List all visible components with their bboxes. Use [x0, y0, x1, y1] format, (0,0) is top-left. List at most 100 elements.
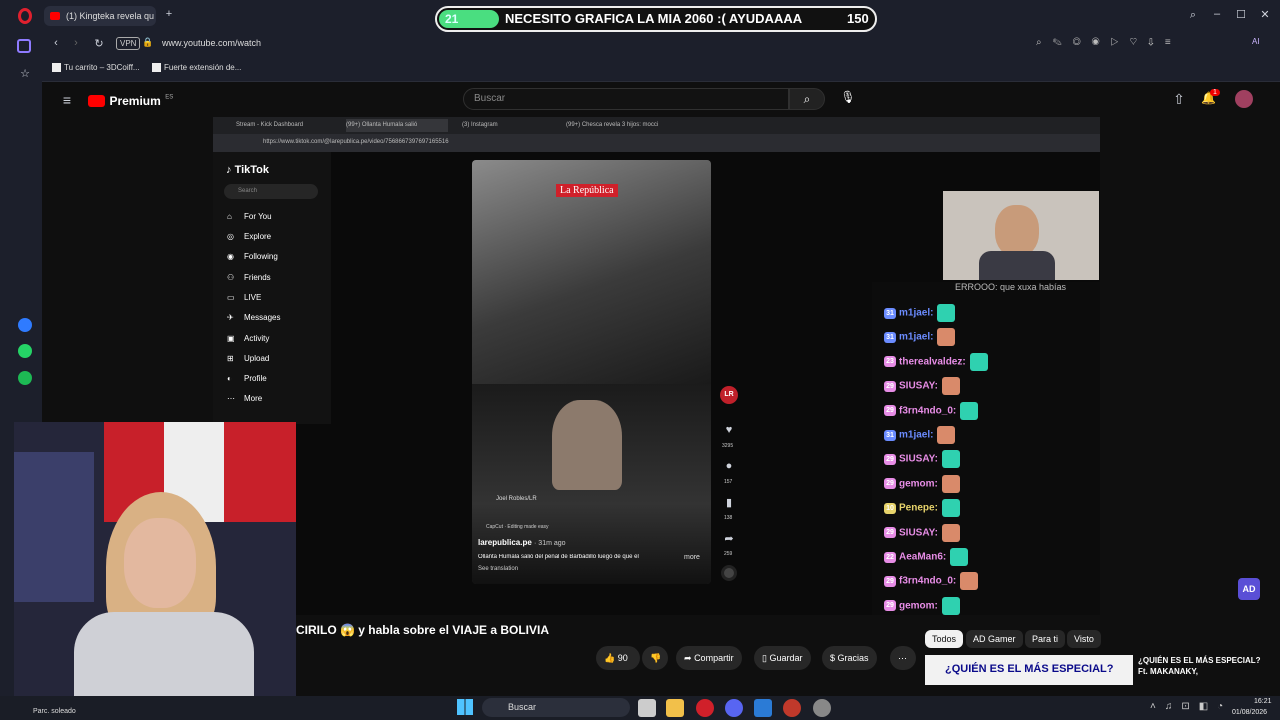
emote-icon [941, 450, 960, 469]
profile-icon: ◐ [227, 374, 232, 383]
chip-all[interactable]: Todos [925, 630, 964, 648]
minimize-icon[interactable]: – [1210, 8, 1224, 20]
upload-icon: ⊞ [227, 354, 234, 363]
chat-message: 31 m1jael: [884, 426, 956, 444]
share-button[interactable]: ➦ Compartir [676, 646, 742, 670]
tiktok-menu-item: ⚇ Friends [227, 273, 271, 282]
emote-icon [969, 352, 988, 371]
save-button[interactable]: ▯ Guardar [754, 646, 811, 670]
youtube-favicon-icon [50, 12, 60, 20]
tiktok-search-placeholder: Search [238, 188, 258, 194]
chat-message: 31 m1jael: [884, 328, 956, 347]
sub-badge: 29 [884, 600, 896, 612]
goal-banner: 21 NECESITO GRAFICA LA MIA 2060 :( AYUDA… [435, 6, 877, 32]
spotify-icon[interactable] [18, 371, 32, 385]
taskbar-search-label: Buscar [508, 702, 537, 712]
save-count: 138 [724, 515, 733, 521]
streamer-body [979, 251, 1055, 280]
messages-icon: ✈ [227, 313, 234, 322]
video-author: larepublica.pe · 31m ago [478, 538, 566, 547]
dislike-button[interactable]: 👎 [642, 646, 668, 670]
url-text[interactable]: www.youtube.com/watch [162, 38, 261, 48]
upload-icon[interactable]: ⇧ [1172, 91, 1186, 108]
search-input[interactable]: Buscar [463, 88, 789, 110]
chip-watched[interactable]: Visto [1067, 630, 1101, 648]
tiktok-menu-item: ⌂ For You [227, 212, 272, 221]
chat-message: 29 f3rn4ndo_0: [884, 572, 979, 591]
lr-avatar: LR [720, 386, 738, 404]
maximize-icon[interactable]: ☐ [1234, 8, 1248, 21]
windows-start-icon[interactable] [457, 699, 473, 715]
bookmark-item[interactable]: Fuerte extensión de... [152, 63, 242, 73]
streamer-shirt [74, 612, 254, 708]
search-icon[interactable]: ⌕ [1186, 9, 1200, 22]
back-icon[interactable]: ‹ [50, 37, 62, 49]
chat-message: 29 gemom: [884, 596, 960, 615]
bookmark-favicon-icon [152, 63, 161, 73]
chat-message: 29 SIUSAY: [884, 523, 960, 542]
tiktok-menu-item: ⊞ Upload [227, 354, 269, 363]
opera-logo-icon[interactable] [18, 8, 32, 24]
browser-tab[interactable]: (1) Kingteka revela qu [44, 6, 156, 26]
chat-username: SIUSAY: [899, 454, 938, 466]
forward-icon[interactable]: › [70, 37, 82, 49]
new-tab-icon[interactable]: + [162, 8, 176, 20]
vpn-badge[interactable]: VPN [116, 37, 141, 50]
chat-message: 29 f3rn4ndo_0: [884, 401, 979, 420]
chat-message: 22 AeaMan6: [884, 548, 969, 566]
chat-message: 31 m1jael: [884, 304, 956, 322]
recommended-thumbnail[interactable]: ¿QUIÉN ES EL MÁS ESPECIAL? [925, 655, 1133, 685]
opera-taskbar-icon[interactable] [696, 699, 714, 717]
avatar[interactable] [1235, 90, 1253, 108]
tiktok-menu-item: ◎ Explore [227, 232, 271, 241]
chat-watermark: AD [1238, 578, 1260, 600]
home-icon[interactable] [17, 39, 31, 53]
star-icon[interactable]: ☆ [18, 67, 32, 80]
reload-icon[interactable]: ↻ [93, 37, 105, 50]
tiktok-search: Search [224, 184, 318, 199]
author-name: larepublica.pe [478, 538, 532, 547]
ai-badge[interactable]: AI [1252, 37, 1260, 46]
chat-message: 23 therealvaldez: [884, 352, 988, 371]
chip-adgamer[interactable]: AD Gamer [966, 630, 1023, 648]
search-button[interactable]: ⌕ [789, 88, 825, 110]
sub-badge: 29 [884, 405, 896, 417]
more-actions-button[interactable]: ⋯ [890, 646, 916, 670]
toolbar-icons: ⌕✎◎◉▷♡⇩≡ [1036, 37, 1182, 48]
thumbs-up-icon: 👍 [604, 653, 616, 663]
mic-icon[interactable]: 🎙 [840, 90, 856, 108]
bookmark-favicon-icon [52, 63, 61, 73]
thanks-button[interactable]: $ Gracias [822, 646, 877, 670]
chat-message: 29 SIUSAY: [884, 450, 960, 469]
tiktok-menu-item: ✈ Messages [227, 313, 280, 322]
inner-tab: (99+) Ollanta Humala salió [346, 119, 448, 132]
youtube-logo[interactable]: Premium ES [88, 92, 173, 110]
webcam-overlay [943, 191, 1099, 280]
file-explorer-icon[interactable] [666, 699, 684, 717]
discord-icon[interactable] [725, 699, 743, 717]
settings-icon[interactable] [813, 699, 831, 717]
recommended-title[interactable]: ¿QUIÉN ES EL MÁS ESPECIAL? Ft. MAKANAKY, [1138, 655, 1268, 685]
notification-count: 1 [1210, 89, 1220, 96]
bookmark-item[interactable]: Tu carrito – 3DCoiff... [52, 63, 140, 73]
like-button[interactable]: 👍 90 [596, 646, 640, 670]
close-icon[interactable]: ✕ [1258, 8, 1272, 21]
clock-time: 16:21 [1254, 698, 1272, 705]
thanks-icon: $ [830, 653, 836, 663]
taskview-icon[interactable] [638, 699, 656, 717]
messenger-icon[interactable] [18, 318, 32, 332]
chat-username: m1jael: [899, 332, 934, 344]
taskbar-search[interactable]: Buscar [482, 698, 630, 717]
goal-target: 150 [847, 11, 869, 26]
chip-for-you[interactable]: Para ti [1025, 630, 1066, 648]
chrome-icon[interactable] [783, 699, 801, 717]
youtube-region: ES [165, 94, 174, 101]
menu-icon[interactable]: ≡ [60, 92, 74, 108]
sub-badge: 31 [884, 307, 896, 319]
app-icon[interactable] [754, 699, 772, 717]
weather-widget[interactable]: Parc. soleado [33, 708, 76, 715]
tiktok-menu-label: For You [244, 212, 272, 221]
bookmark-label: Fuerte extensión de... [164, 63, 242, 72]
tab-title: (1) Kingteka revela qu [66, 11, 155, 21]
whatsapp-icon[interactable] [18, 344, 32, 358]
